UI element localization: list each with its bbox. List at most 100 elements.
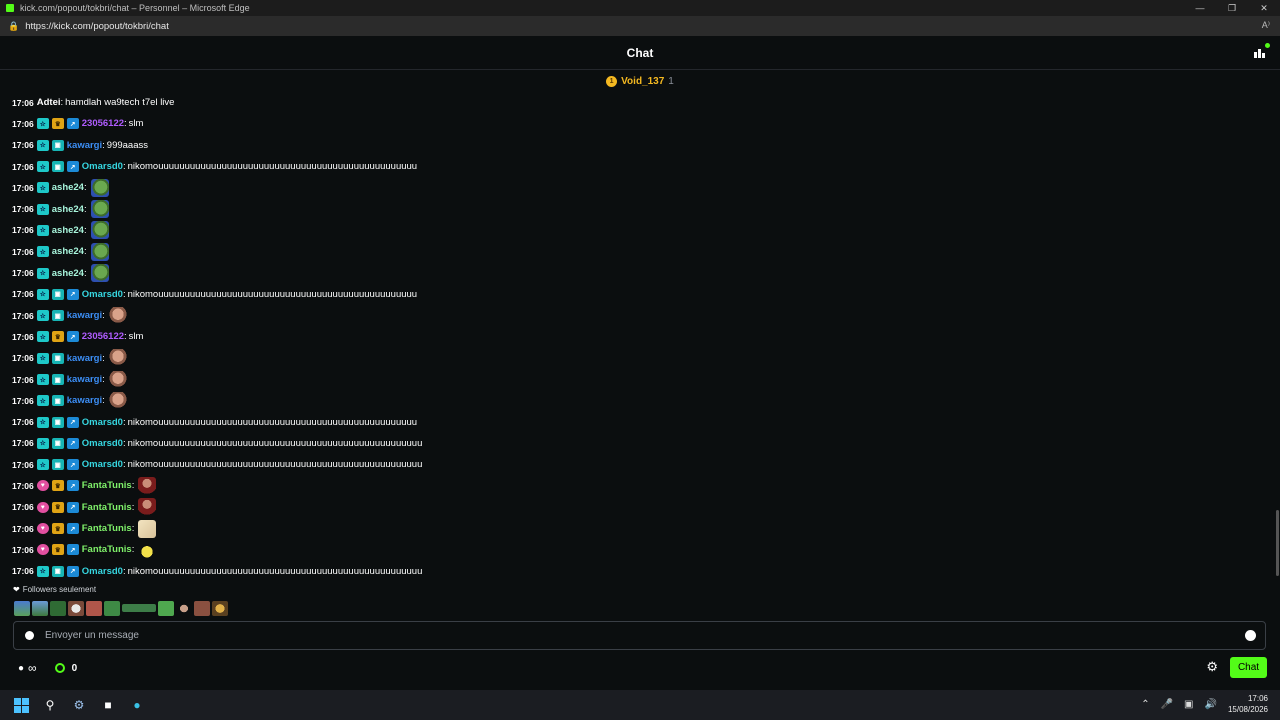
emote-star-icon[interactable] [212, 600, 228, 616]
emote-pepe-icon[interactable] [32, 600, 48, 616]
volume-icon[interactable]: 🔊 [1205, 699, 1217, 710]
emote-face-icon[interactable] [108, 349, 127, 368]
message-username[interactable]: Adtei [37, 97, 61, 108]
pinned-username[interactable]: Void_137 [621, 76, 664, 87]
message-username[interactable]: Omarsd0 [82, 417, 123, 428]
og-badge-icon[interactable]: ▣ [51, 416, 64, 428]
verified-badge-icon[interactable]: ↗ [66, 437, 79, 449]
message-username[interactable]: ashe24 [52, 246, 84, 257]
sub-badge-icon[interactable]: ☆ [36, 565, 49, 577]
emote-face2-icon[interactable] [138, 498, 157, 517]
sub-badge-icon[interactable]: ☆ [36, 118, 49, 130]
channel-points-icon[interactable] [54, 663, 65, 673]
emote-face-icon[interactable] [86, 600, 102, 616]
crown-badge-icon[interactable]: ♛ [51, 118, 64, 130]
emote-frog-icon[interactable] [50, 600, 66, 616]
sub-badge-icon[interactable]: ☆ [36, 395, 49, 407]
emote-face-icon[interactable] [194, 600, 210, 616]
emote-face2-icon[interactable] [138, 476, 157, 495]
read-aloud-icon[interactable]: A⁾ [1262, 20, 1270, 31]
og-badge-icon[interactable]: ▣ [51, 288, 64, 300]
message-username[interactable]: kawargi [67, 310, 102, 321]
verified-badge-icon[interactable]: ↗ [66, 161, 79, 173]
message-username[interactable]: Omarsd0 [82, 566, 123, 577]
emote-face-icon[interactable] [108, 391, 127, 410]
steam-icon[interactable]: ⚙ [71, 697, 87, 713]
verified-badge-icon[interactable]: ↗ [66, 565, 79, 577]
og-badge-icon[interactable]: ▣ [51, 459, 64, 471]
message-username[interactable]: ashe24 [52, 225, 84, 236]
emote-pepe-icon[interactable] [90, 200, 109, 219]
emote-pepe-icon[interactable] [104, 600, 120, 616]
infinity-icon[interactable]: ∞ [28, 661, 37, 675]
sub-badge-icon[interactable]: ☆ [36, 161, 49, 173]
verified-badge-icon[interactable]: ↗ [66, 501, 79, 513]
sub-badge-icon[interactable]: ☆ [36, 203, 49, 215]
edge-browser-icon[interactable]: ● [129, 697, 145, 713]
og-badge-icon[interactable]: ▣ [51, 352, 64, 364]
leaderboard-icon[interactable] [1254, 43, 1270, 58]
sub-badge-icon[interactable]: ☆ [36, 139, 49, 151]
message-username[interactable]: kawargi [67, 395, 102, 406]
pink-badge-icon[interactable]: ♥ [36, 480, 49, 492]
send-chat-button[interactable]: Chat [1230, 657, 1267, 678]
clock[interactable]: 17:06 15/08/2026 [1228, 693, 1268, 715]
restore-icon[interactable]: ❐ [1216, 0, 1248, 16]
emote-pepe-icon[interactable] [90, 178, 109, 197]
message-username[interactable]: FantaTunis [82, 544, 132, 555]
app-icon[interactable]: ■ [100, 697, 116, 713]
share-icon[interactable]: ● [18, 663, 24, 674]
verified-badge-icon[interactable]: ↗ [66, 480, 79, 492]
crown-badge-icon[interactable]: ♛ [51, 331, 64, 343]
pink-badge-icon[interactable]: ♥ [36, 544, 49, 556]
message-username[interactable]: kawargi [67, 140, 102, 151]
sub-badge-icon[interactable]: ☆ [36, 437, 49, 449]
network-icon[interactable]: ▣ [1184, 699, 1193, 710]
message-username[interactable]: FantaTunis [82, 502, 132, 513]
crown-badge-icon[interactable]: ♛ [51, 501, 64, 513]
og-badge-icon[interactable]: ▣ [51, 395, 64, 407]
emote-anime-icon[interactable] [138, 519, 157, 538]
message-input-box[interactable] [13, 621, 1266, 650]
message-username[interactable]: Omarsd0 [82, 459, 123, 470]
og-badge-icon[interactable]: ▣ [51, 565, 64, 577]
emote-blob-icon[interactable] [138, 540, 157, 559]
search-icon[interactable]: ⚲ [42, 697, 58, 713]
sub-badge-icon[interactable]: ☆ [36, 374, 49, 385]
og-badge-icon[interactable]: ▣ [51, 139, 64, 151]
message-username[interactable]: 23056122 [82, 331, 124, 342]
sub-badge-icon[interactable]: ☆ [36, 459, 49, 471]
sub-badge-icon[interactable]: ☆ [36, 310, 49, 322]
windows-start-icon[interactable] [13, 697, 29, 713]
emoji-picker-icon[interactable] [1245, 630, 1256, 641]
emote-pepe-icon[interactable] [90, 264, 109, 283]
emote-green-icon[interactable] [158, 600, 174, 616]
verified-badge-icon[interactable]: ↗ [66, 118, 79, 130]
emote-pepe-icon[interactable] [14, 600, 30, 616]
og-badge-icon[interactable]: ▣ [51, 310, 64, 322]
crown-badge-icon[interactable]: ♛ [51, 480, 64, 492]
emote-long-pepe-icon[interactable] [122, 604, 156, 612]
message-username[interactable]: Omarsd0 [82, 289, 123, 300]
message-username[interactable]: ashe24 [52, 204, 84, 215]
sub-badge-icon[interactable]: ☆ [36, 288, 49, 300]
message-username[interactable]: 23056122 [82, 118, 124, 129]
message-input[interactable] [45, 630, 1195, 641]
verified-badge-icon[interactable]: ↗ [66, 523, 79, 535]
message-username[interactable]: Omarsd0 [82, 161, 123, 172]
emote-pepe-icon[interactable] [90, 221, 109, 240]
crown-badge-icon[interactable]: ♛ [51, 523, 64, 535]
emote-face-icon[interactable] [108, 370, 127, 389]
verified-badge-icon[interactable]: ↗ [66, 459, 79, 471]
pink-badge-icon[interactable]: ♥ [36, 501, 49, 513]
message-username[interactable]: FantaTunis [82, 480, 132, 491]
message-username[interactable]: kawargi [67, 374, 102, 385]
microphone-icon[interactable]: 🎤 [1161, 699, 1173, 710]
og-badge-icon[interactable]: ▣ [51, 161, 64, 173]
pink-badge-icon[interactable]: ♥ [36, 523, 49, 535]
sub-badge-icon[interactable]: ☆ [36, 224, 49, 236]
message-username[interactable]: kawargi [67, 353, 102, 364]
verified-badge-icon[interactable]: ↗ [66, 331, 79, 343]
crown-badge-icon[interactable]: ♛ [51, 544, 64, 556]
pinned-top-gifter[interactable]: 1 Void_137 1 [0, 70, 1280, 92]
